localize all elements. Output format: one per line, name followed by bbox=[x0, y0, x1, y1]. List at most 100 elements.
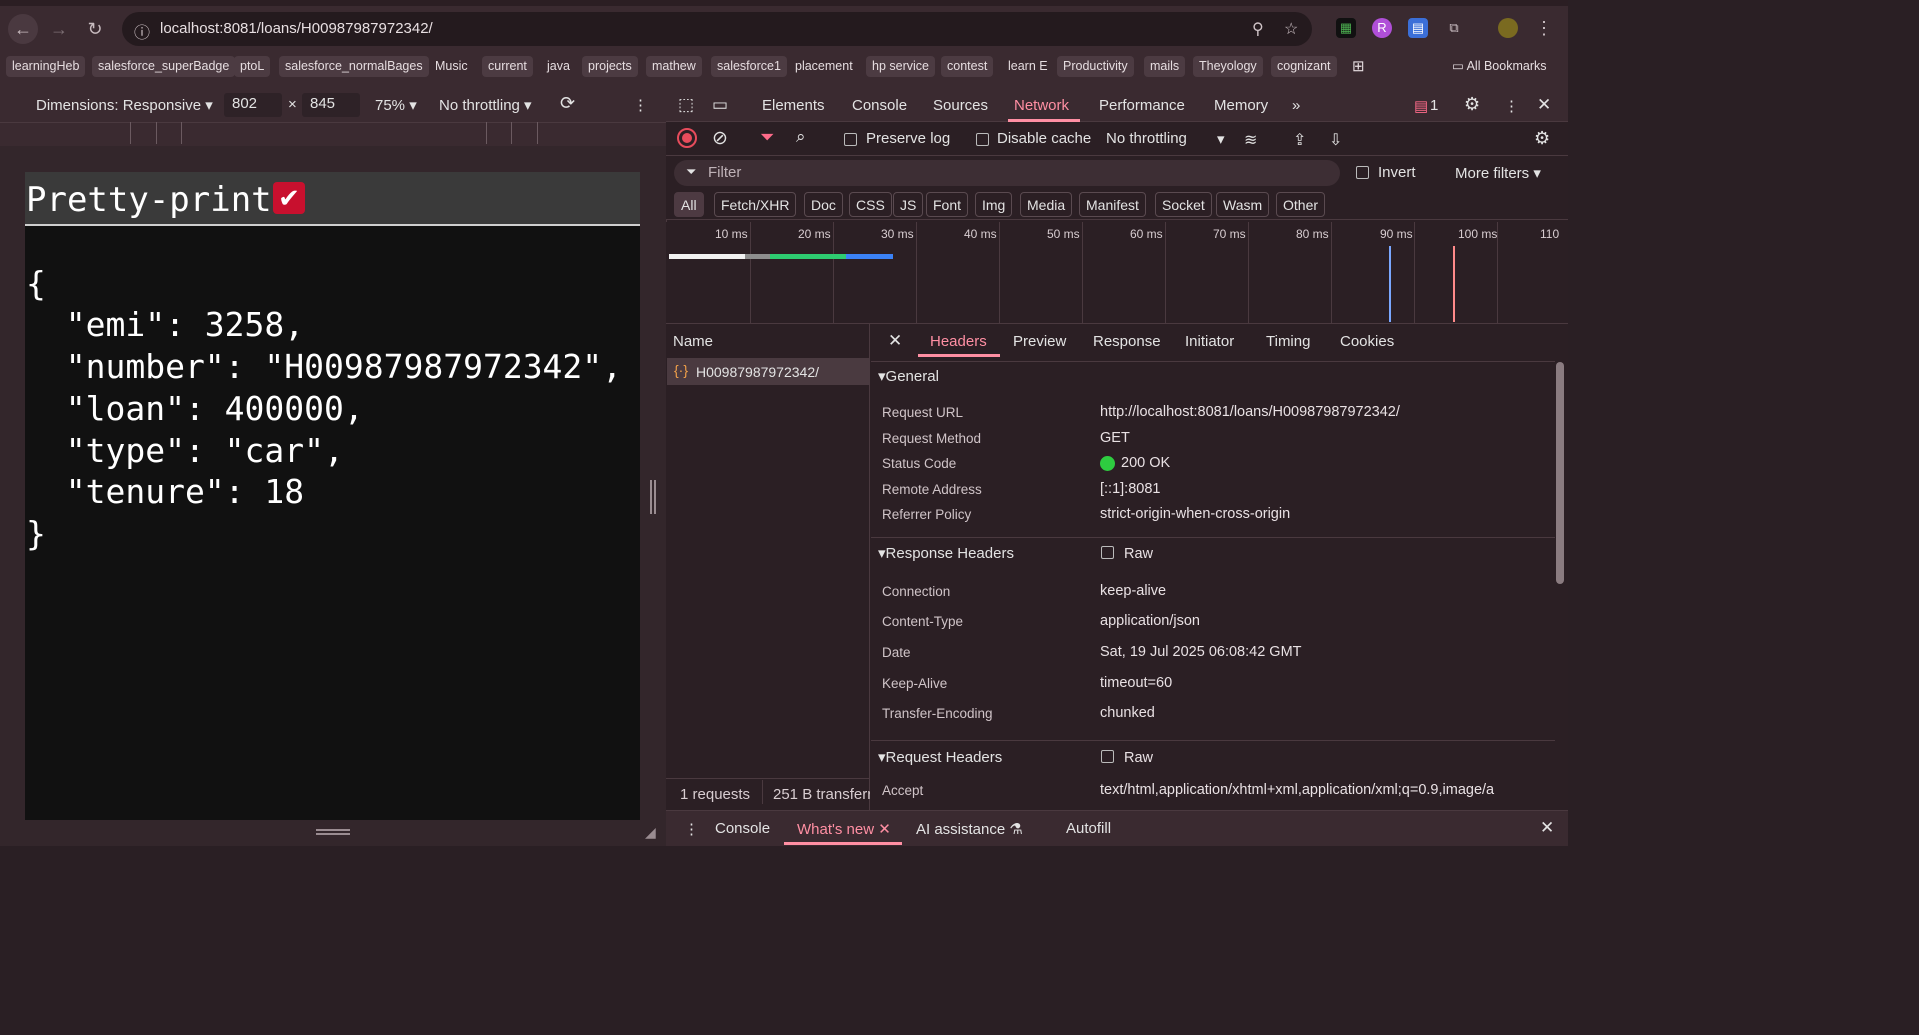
filter-funnel-icon[interactable]: ⏷ bbox=[760, 127, 774, 148]
zoom-dropdown[interactable]: 75% ▾ bbox=[375, 96, 417, 114]
rotate-icon[interactable]: ⟳ bbox=[560, 93, 575, 114]
resize-handle-right[interactable] bbox=[650, 480, 656, 514]
record-stop-icon[interactable] bbox=[677, 128, 697, 148]
device-toggle-icon[interactable]: ▭ bbox=[712, 95, 728, 115]
avatar[interactable] bbox=[1498, 18, 1518, 38]
clear-icon[interactable]: ⊘ bbox=[712, 127, 728, 150]
bookmark-3[interactable]: salesforce_normalBages bbox=[279, 56, 429, 77]
response-raw-checkbox[interactable] bbox=[1101, 546, 1114, 559]
resize-corner-icon[interactable]: ◢ bbox=[645, 824, 656, 841]
extensions-puzzle-icon[interactable]: ⧉ bbox=[1444, 18, 1464, 38]
extension-profile-icon[interactable]: R bbox=[1372, 18, 1392, 38]
response-headers-section-title[interactable]: ▾Response Headers bbox=[878, 544, 1014, 562]
bookmark-14[interactable]: Productivity bbox=[1057, 56, 1134, 77]
extension-icon[interactable]: ▦ bbox=[1336, 18, 1356, 38]
height-input[interactable]: 845 bbox=[302, 93, 360, 117]
throttling-dropdown[interactable]: No throttling ▾ bbox=[439, 96, 532, 114]
bookmark-4[interactable]: Music bbox=[429, 56, 474, 77]
more-tabs-icon[interactable]: » bbox=[1292, 97, 1300, 114]
tab-console[interactable]: Console bbox=[852, 97, 907, 114]
chevron-down-icon[interactable]: ▾ bbox=[1217, 130, 1225, 148]
tab-cookies[interactable]: Cookies bbox=[1340, 333, 1394, 350]
issues-icon[interactable]: ▤ bbox=[1414, 97, 1428, 115]
export-har-icon[interactable]: ⇩ bbox=[1329, 130, 1342, 150]
bookmark-11[interactable]: hp service bbox=[866, 56, 935, 77]
tab-initiator[interactable]: Initiator bbox=[1185, 333, 1234, 350]
bookmark-12[interactable]: contest bbox=[941, 56, 994, 77]
general-section-header[interactable] bbox=[871, 361, 1555, 389]
type-filter-font[interactable]: Font bbox=[926, 192, 969, 217]
apps-grid-icon[interactable]: ⊞ bbox=[1346, 56, 1371, 77]
close-icon[interactable]: ✕ bbox=[878, 821, 891, 838]
width-input[interactable]: 802 bbox=[224, 93, 282, 117]
network-settings-icon[interactable]: ⚙ bbox=[1534, 128, 1550, 149]
bookmark-8[interactable]: mathew bbox=[646, 56, 702, 77]
type-filter-other[interactable]: Other bbox=[1276, 192, 1326, 217]
dimensions-dropdown[interactable]: Dimensions: Responsive ▾ bbox=[36, 96, 213, 114]
bookmark-17[interactable]: cognizant bbox=[1271, 56, 1337, 77]
bookmark-15[interactable]: mails bbox=[1144, 56, 1186, 77]
browser-menu-icon[interactable]: ⋮ bbox=[1534, 18, 1554, 38]
drawer-tab-ai-assistance[interactable]: AI assistance ⚗ bbox=[916, 820, 1023, 838]
type-filter-manifest[interactable]: Manifest bbox=[1079, 192, 1146, 217]
preserve-log-checkbox[interactable] bbox=[844, 133, 857, 146]
pretty-print-checkbox[interactable]: ✔ bbox=[273, 182, 305, 214]
network-conditions-icon[interactable]: ≋ bbox=[1244, 130, 1257, 150]
drawer-tab-console[interactable]: Console bbox=[715, 820, 770, 837]
type-filter-doc[interactable]: Doc bbox=[804, 192, 843, 217]
type-filter-fetch-xhr[interactable]: Fetch/XHR bbox=[714, 192, 797, 217]
type-filter-wasm[interactable]: Wasm bbox=[1216, 192, 1270, 217]
tab-sources[interactable]: Sources bbox=[933, 97, 988, 114]
import-har-icon[interactable]: ⇪ bbox=[1293, 130, 1306, 150]
bookmark-star-icon[interactable]: ☆ bbox=[1284, 19, 1298, 39]
type-filter-socket[interactable]: Socket bbox=[1155, 192, 1212, 217]
close-drawer-icon[interactable]: ✕ bbox=[1540, 818, 1554, 838]
bookmark-1[interactable]: salesforce_superBadge bbox=[92, 56, 236, 77]
bookmark-5[interactable]: current bbox=[482, 56, 533, 77]
type-filter-css[interactable]: CSS bbox=[849, 192, 892, 217]
tab-headers[interactable]: Headers bbox=[930, 333, 987, 350]
site-info-icon[interactable]: ⓘ bbox=[134, 19, 150, 43]
tab-performance[interactable]: Performance bbox=[1099, 97, 1185, 114]
forward-icon[interactable]: → bbox=[44, 14, 74, 44]
tab-network[interactable]: Network bbox=[1014, 97, 1069, 114]
filter-input[interactable]: ⏷ Filter bbox=[674, 160, 1340, 186]
back-icon[interactable]: ← bbox=[8, 14, 38, 44]
tab-response[interactable]: Response bbox=[1093, 333, 1161, 350]
tab-memory[interactable]: Memory bbox=[1214, 97, 1268, 114]
request-headers-section-title[interactable]: ▾Request Headers bbox=[878, 748, 1002, 766]
drawer-tab-whats-new[interactable]: What's new ✕ bbox=[797, 820, 891, 838]
bookmark-16[interactable]: Theyology bbox=[1193, 56, 1263, 77]
request-raw-checkbox[interactable] bbox=[1101, 750, 1114, 763]
extension-docs-icon[interactable]: ▤ bbox=[1408, 18, 1428, 38]
devtools-menu-icon[interactable]: ⋮ bbox=[1504, 97, 1519, 115]
zoom-icon[interactable]: ⚲ bbox=[1252, 19, 1264, 39]
drawer-menu-icon[interactable]: ⋮ bbox=[684, 820, 699, 838]
device-menu-icon[interactable]: ⋮ bbox=[633, 96, 648, 114]
reload-icon[interactable]: ↻ bbox=[80, 14, 110, 44]
invert-checkbox[interactable] bbox=[1356, 166, 1369, 179]
tab-elements[interactable]: Elements bbox=[762, 97, 825, 114]
bookmark-9[interactable]: salesforce1 bbox=[711, 56, 787, 77]
type-filter-all[interactable]: All bbox=[674, 192, 704, 217]
settings-gear-icon[interactable]: ⚙ bbox=[1464, 94, 1480, 115]
name-column-header[interactable]: Name bbox=[673, 333, 713, 350]
detail-scrollbar[interactable] bbox=[1556, 362, 1564, 584]
bookmark-2[interactable]: ptoL bbox=[234, 56, 271, 77]
inspect-element-icon[interactable]: ⬚ bbox=[678, 95, 694, 115]
resize-handle-bottom[interactable] bbox=[316, 829, 350, 835]
tab-preview[interactable]: Preview bbox=[1013, 333, 1066, 350]
type-filter-js[interactable]: JS bbox=[893, 192, 924, 217]
close-icon[interactable]: ✕ bbox=[1537, 95, 1551, 115]
disable-cache-checkbox[interactable] bbox=[976, 133, 989, 146]
tab-timing[interactable]: Timing bbox=[1266, 333, 1310, 350]
bookmark-10[interactable]: placement bbox=[789, 56, 859, 77]
close-detail-icon[interactable]: ✕ bbox=[888, 331, 902, 351]
issues-count[interactable]: 1 bbox=[1430, 97, 1438, 114]
network-throttling-dropdown[interactable]: No throttling bbox=[1106, 130, 1187, 147]
more-filters-dropdown[interactable]: More filters ▾ bbox=[1455, 164, 1541, 182]
drawer-tab-autofill[interactable]: Autofill bbox=[1066, 820, 1111, 837]
bookmark-6[interactable]: java bbox=[541, 56, 576, 77]
bookmark-7[interactable]: projects bbox=[582, 56, 638, 77]
bookmark-0[interactable]: learningHeb bbox=[6, 56, 86, 77]
